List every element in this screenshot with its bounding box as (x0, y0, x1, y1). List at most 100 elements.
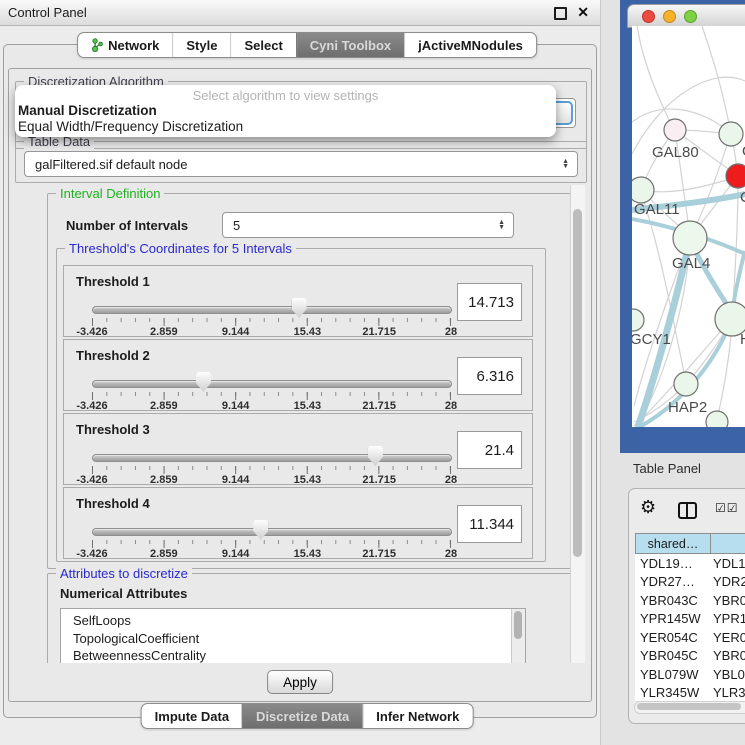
table-row[interactable]: YDL19…YDL1 (635, 554, 745, 573)
tab-infer-network[interactable]: Infer Network (362, 704, 472, 728)
threshold-4-slider[interactable] (92, 528, 452, 536)
network-node[interactable] (664, 119, 686, 141)
node-label: GAL4 (672, 255, 710, 272)
combobox-spinner-icon: ▲▼ (498, 220, 513, 230)
node-table: shared… n YDL19…YDL1 YDR27…YDR2 YBR043CY… (635, 533, 745, 701)
slider-ticks (92, 392, 451, 400)
close-icon[interactable]: ✕ (577, 4, 589, 21)
list-scrollbar[interactable] (511, 609, 525, 663)
slider-scale: -3.426 2.859 9.144 15.43 21.715 28 (92, 326, 451, 338)
split-view-icon[interactable] (678, 502, 697, 519)
threshold-2-slider[interactable] (92, 380, 452, 388)
table-horizontal-scrollbar[interactable] (634, 701, 745, 714)
network-node[interactable] (632, 309, 644, 331)
control-panel: Control Panel ✕ Network Style Select Cyn… (0, 0, 601, 745)
dropdown-option-equal-width[interactable]: Equal Width/Frequency Discretization (15, 119, 556, 135)
control-panel-title: Control Panel (8, 5, 87, 20)
threshold-3-box: Threshold 3 -3.426 2.859 9.144 15.43 21.… (63, 413, 533, 485)
node-label: GAL11 (634, 201, 680, 218)
network-node[interactable] (673, 221, 707, 255)
tab-discretize-data[interactable]: Discretize Data (242, 704, 362, 728)
table-row[interactable]: YLR345WYLR3 (635, 684, 745, 702)
combobox-spinner-icon: ▲▼ (562, 159, 577, 169)
tab-style[interactable]: Style (172, 33, 230, 57)
numerical-attributes-list: SelfLoops TopologicalCoefficient Between… (60, 608, 526, 663)
settings-scrollbar[interactable] (570, 185, 585, 663)
table-row[interactable]: YBR045CYBR0 (635, 647, 745, 666)
interval-definition-section: Interval Definition Number of Intervals … (47, 193, 573, 569)
minimize-traffic-light[interactable] (663, 10, 676, 23)
table-row[interactable]: YPR145WYPR1 (635, 610, 745, 629)
threshold-4-box: Threshold 4 -3.426 2.859 9.144 15.43 21.… (63, 487, 533, 559)
threshold-2-box: Threshold 2 -3.426 2.859 9.144 15.43 21.… (63, 339, 533, 411)
control-panel-titlebar: Control Panel ✕ (0, 0, 600, 26)
zoom-traffic-light[interactable] (684, 10, 697, 23)
list-item[interactable]: SelfLoops (61, 609, 525, 630)
threshold-3-slider[interactable] (92, 454, 452, 462)
threshold-3-slider-thumb[interactable] (368, 446, 383, 466)
number-of-intervals-label: Number of Intervals (66, 218, 188, 233)
tab-network-label: Network (108, 38, 159, 53)
network-node[interactable] (706, 411, 728, 427)
list-item[interactable]: TopologicalCoefficient (61, 630, 525, 648)
threshold-4-value-field[interactable]: 11.344 (457, 505, 522, 543)
tab-network[interactable]: Network (78, 33, 172, 57)
table-data-combobox[interactable]: galFiltered.sif default node ▲▼ (24, 151, 578, 177)
table-row[interactable]: YDR27…YDR2 (635, 573, 745, 592)
control-panel-tabbar: Network Style Select Cyni Toolbox jActiv… (77, 32, 537, 58)
interval-definition-legend: Interval Definition (56, 186, 164, 201)
table-panel-title: Table Panel (633, 461, 701, 476)
threshold-1-box: Threshold 1 -3.426 2.859 9.144 15.43 21.… (63, 265, 533, 337)
threshold-1-slider[interactable] (92, 306, 452, 314)
attributes-legend: Attributes to discretize (56, 566, 192, 581)
list-item[interactable]: BetweennessCentrality (61, 647, 525, 663)
node-label: C (740, 189, 745, 206)
tab-impute-data[interactable]: Impute Data (142, 704, 242, 728)
network-canvas[interactable]: GAL80 G C GAL11 GAL4 GCY1 H HAP2 (632, 26, 745, 427)
select-columns-icon[interactable]: ☑☑ (715, 501, 739, 515)
table-row[interactable]: YBR043CYBR0 (635, 591, 745, 610)
threshold-4-slider-thumb[interactable] (253, 520, 268, 540)
thresholds-section: Threshold's Coordinates for 5 Intervals … (56, 248, 546, 562)
threshold-1-slider-thumb[interactable] (292, 298, 307, 318)
tab-jactivemnodules[interactable]: jActiveMNodules (404, 33, 536, 57)
dropdown-option-manual[interactable]: Manual Discretization (15, 103, 556, 119)
table-row[interactable]: YBL079WYBL0 (635, 665, 745, 684)
slider-scale: -3.426 2.859 9.144 15.43 21.715 28 (92, 548, 451, 560)
number-of-intervals-combobox[interactable]: 5 ▲▼ (222, 212, 514, 238)
network-node[interactable] (719, 122, 743, 146)
slider-scale: -3.426 2.859 9.144 15.43 21.715 28 (92, 474, 451, 486)
gear-icon[interactable]: ⚙ (640, 497, 656, 518)
threshold-2-slider-thumb[interactable] (196, 372, 211, 392)
float-window-icon[interactable] (554, 7, 567, 20)
algorithm-dropdown-popup: Select algorithm to view settings Manual… (15, 85, 556, 137)
slider-scale: -3.426 2.859 9.144 15.43 21.715 28 (92, 400, 451, 412)
network-graph: GAL80 G C GAL11 GAL4 GCY1 H HAP2 (632, 26, 745, 427)
node-label: H (740, 331, 745, 348)
table-data-section: Table Data galFiltered.sif default node … (15, 141, 587, 183)
thresholds-legend: Threshold's Coordinates for 5 Intervals (65, 241, 296, 256)
apply-button[interactable]: Apply (267, 670, 333, 694)
close-traffic-light[interactable] (642, 10, 655, 23)
tab-cyni-toolbox[interactable]: Cyni Toolbox (296, 33, 404, 57)
network-window-titlebar (627, 4, 745, 28)
settings-scroll-area: Interval Definition Number of Intervals … (15, 185, 585, 663)
slider-ticks (92, 540, 451, 548)
dropdown-hint: Select algorithm to view settings (15, 85, 556, 103)
network-node[interactable] (674, 372, 698, 396)
table-row[interactable]: YER054CYER0 (635, 628, 745, 647)
column-header[interactable]: n (711, 533, 745, 554)
numerical-attributes-label: Numerical Attributes (60, 586, 187, 601)
table-header-row: shared… n (635, 533, 745, 554)
network-node-selected[interactable] (726, 164, 745, 188)
threshold-1-value-field[interactable]: 14.713 (457, 283, 522, 321)
tab-select[interactable]: Select (230, 33, 295, 57)
column-header[interactable]: shared… (635, 533, 711, 554)
cyni-content-panel: Discretization Algorithm Table Data galF… (8, 68, 592, 702)
cyni-mode-tabbar: Impute Data Discretize Data Infer Networ… (141, 703, 474, 729)
threshold-3-value-field[interactable]: 21.4 (457, 431, 522, 469)
threshold-2-value-field[interactable]: 6.316 (457, 357, 522, 395)
node-label: GCY1 (632, 331, 671, 348)
table-panel: ⚙ ☑☑ shared… n YDL19…YDL1 YDR27…YDR2 YBR… (628, 488, 745, 724)
network-node[interactable] (632, 177, 654, 203)
